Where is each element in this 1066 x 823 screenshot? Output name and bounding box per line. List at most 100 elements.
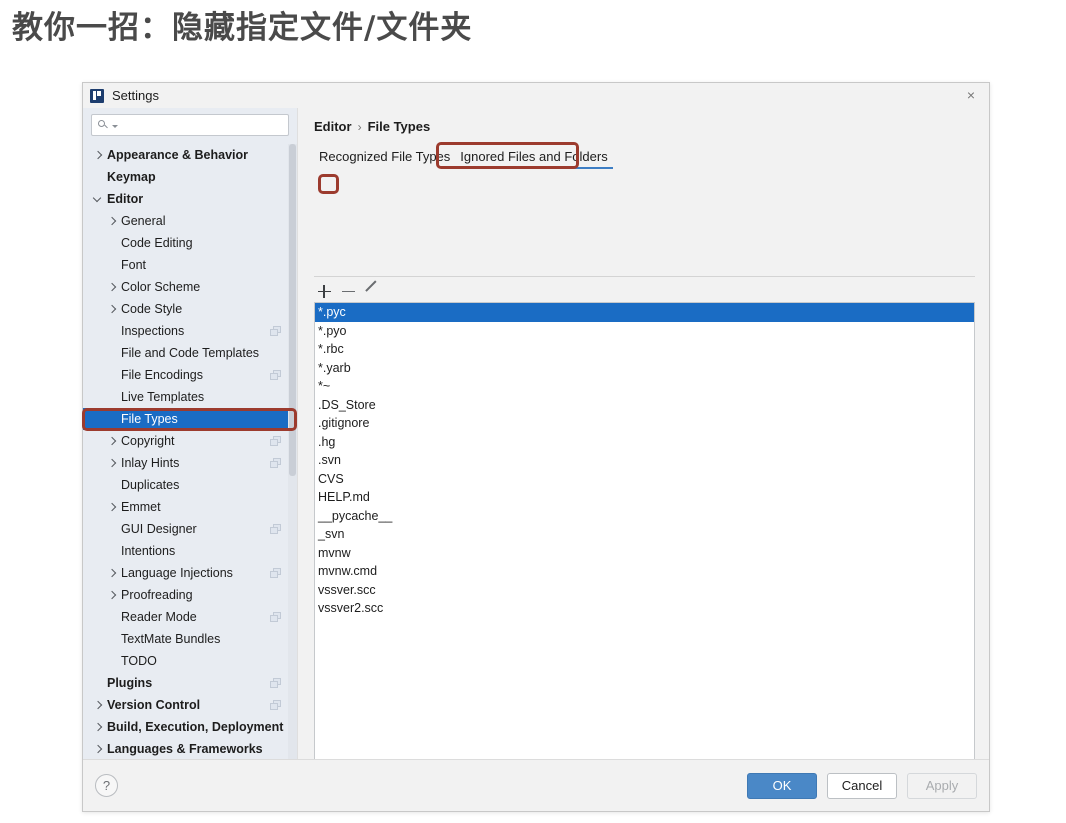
search-box[interactable]	[91, 114, 289, 136]
ok-button[interactable]: OK	[747, 772, 817, 799]
chevron-right-icon[interactable]	[107, 590, 118, 601]
sidebar-item-copyright[interactable]: Copyright	[83, 430, 297, 452]
tab-ignored-files-and-folders[interactable]: Ignored Files and Folders	[455, 147, 614, 169]
breadcrumb-separator-icon: ›	[357, 119, 362, 134]
apply-button[interactable]: Apply	[907, 772, 977, 799]
list-item[interactable]: mvnw.cmd	[315, 562, 974, 581]
sidebar-item-label: Build, Execution, Deployment	[107, 720, 284, 734]
chevron-right-icon[interactable]	[107, 304, 118, 315]
chevron-placeholder	[107, 634, 118, 645]
chevron-right-icon[interactable]	[93, 150, 104, 161]
chevron-down-icon[interactable]	[93, 194, 104, 205]
chevron-placeholder	[93, 678, 104, 689]
sidebar-scrollbar-track[interactable]	[288, 144, 297, 759]
copy-badge-icon	[270, 700, 281, 710]
chevron-placeholder	[107, 480, 118, 491]
ignored-files-list[interactable]: *.pyc *.pyo *.rbc *.yarb *~ .DS_Store .gitigno…	[314, 302, 975, 759]
sidebar-item-language-injections[interactable]: Language Injections	[83, 562, 297, 584]
chevron-placeholder	[107, 656, 118, 667]
sidebar-item-label: TextMate Bundles	[121, 632, 221, 646]
sidebar-item-label: Emmet	[121, 500, 161, 514]
sidebar-item-reader-mode[interactable]: Reader Mode	[83, 606, 297, 628]
dialog-titlebar: Settings ×	[83, 83, 989, 108]
remove-button[interactable]	[338, 281, 358, 301]
list-item[interactable]: *.pyo	[315, 322, 974, 341]
chevron-right-icon[interactable]	[93, 700, 104, 711]
sidebar-item-live-templates[interactable]: Live Templates	[83, 386, 297, 408]
sidebar-item-editor[interactable]: Editor	[83, 188, 297, 210]
sidebar-item-duplicates[interactable]: Duplicates	[83, 474, 297, 496]
cancel-button[interactable]: Cancel	[827, 772, 897, 799]
close-icon[interactable]: ×	[963, 87, 979, 103]
sidebar-item-file-encodings[interactable]: File Encodings	[83, 364, 297, 386]
chevron-right-icon[interactable]	[107, 502, 118, 513]
list-item[interactable]: .DS_Store	[315, 396, 974, 415]
sidebar-item-appearance-behavior[interactable]: Appearance & Behavior	[83, 144, 297, 166]
chevron-right-icon[interactable]	[107, 436, 118, 447]
list-item[interactable]: vssver.scc	[315, 581, 974, 600]
sidebar-item-build-execution-deployment[interactable]: Build, Execution, Deployment	[83, 716, 297, 738]
list-item[interactable]: CVS	[315, 470, 974, 489]
chevron-right-icon[interactable]	[93, 744, 104, 755]
tab-recognized-file-types[interactable]: Recognized File Types	[314, 147, 455, 169]
sidebar-item-general[interactable]: General	[83, 210, 297, 232]
breadcrumb-parent[interactable]: Editor	[314, 119, 352, 134]
search-input[interactable]	[118, 115, 288, 135]
sidebar-item-file-and-code-templates[interactable]: File and Code Templates	[83, 342, 297, 364]
page-title: 教你一招：隐藏指定文件/文件夹	[12, 10, 473, 46]
sidebar-item-inspections[interactable]: Inspections	[83, 320, 297, 342]
dialog-title: Settings	[112, 88, 159, 103]
copy-badge-icon	[270, 568, 281, 578]
sidebar-item-textmate-bundles[interactable]: TextMate Bundles	[83, 628, 297, 650]
sidebar-item-file-types[interactable]: File Types	[83, 408, 297, 430]
sidebar-item-emmet[interactable]: Emmet	[83, 496, 297, 518]
settings-sidebar: Appearance & Behavior Keymap Editor General…	[83, 108, 298, 759]
sidebar-item-version-control[interactable]: Version Control	[83, 694, 297, 716]
sidebar-item-intentions[interactable]: Intentions	[83, 540, 297, 562]
list-item[interactable]: *.pyc	[315, 303, 974, 322]
list-item[interactable]: mvnw	[315, 544, 974, 563]
sidebar-item-label: Reader Mode	[121, 610, 197, 624]
chevron-right-icon[interactable]	[107, 458, 118, 469]
list-item[interactable]: __pycache__	[315, 507, 974, 526]
chevron-right-icon[interactable]	[93, 722, 104, 733]
search-icon	[98, 119, 111, 132]
chevron-placeholder	[107, 370, 118, 381]
help-button[interactable]: ?	[95, 774, 118, 797]
sidebar-item-plugins[interactable]: Plugins	[83, 672, 297, 694]
sidebar-item-code-style[interactable]: Code Style	[83, 298, 297, 320]
sidebar-item-label: Font	[121, 258, 147, 272]
list-item[interactable]: *.rbc	[315, 340, 974, 359]
add-button[interactable]	[314, 281, 334, 301]
list-item[interactable]: *.yarb	[315, 359, 974, 378]
list-item[interactable]: _svn	[315, 525, 974, 544]
list-item[interactable]: *~	[315, 377, 974, 396]
sidebar-item-label: Language Injections	[121, 566, 233, 580]
dialog-body: Appearance & Behavior Keymap Editor General…	[83, 108, 989, 759]
chevron-right-icon[interactable]	[107, 282, 118, 293]
sidebar-item-font[interactable]: Font	[83, 254, 297, 276]
sidebar-scrollbar-thumb[interactable]	[289, 144, 296, 476]
sidebar-item-todo[interactable]: TODO	[83, 650, 297, 672]
list-item[interactable]: vssver2.scc	[315, 599, 974, 618]
sidebar-item-code-editing[interactable]: Code Editing	[83, 232, 297, 254]
chevron-placeholder	[107, 392, 118, 403]
edit-button[interactable]	[362, 281, 382, 301]
list-item[interactable]: .gitignore	[315, 414, 974, 433]
list-item[interactable]: HELP.md	[315, 488, 974, 507]
chevron-placeholder	[107, 326, 118, 337]
sidebar-item-languages-frameworks[interactable]: Languages & Frameworks	[83, 738, 297, 759]
sidebar-item-label: Intentions	[121, 544, 176, 558]
sidebar-item-gui-designer[interactable]: GUI Designer	[83, 518, 297, 540]
list-item[interactable]: .svn	[315, 451, 974, 470]
chevron-right-icon[interactable]	[107, 216, 118, 227]
sidebar-item-label: Color Scheme	[121, 280, 201, 294]
list-item[interactable]: .hg	[315, 433, 974, 452]
chevron-placeholder	[107, 414, 118, 425]
sidebar-item-proofreading[interactable]: Proofreading	[83, 584, 297, 606]
chevron-right-icon[interactable]	[107, 568, 118, 579]
sidebar-item-keymap[interactable]: Keymap	[83, 166, 297, 188]
sidebar-item-inlay-hints[interactable]: Inlay Hints	[83, 452, 297, 474]
sidebar-item-color-scheme[interactable]: Color Scheme	[83, 276, 297, 298]
sidebar-item-label: Keymap	[107, 170, 156, 184]
